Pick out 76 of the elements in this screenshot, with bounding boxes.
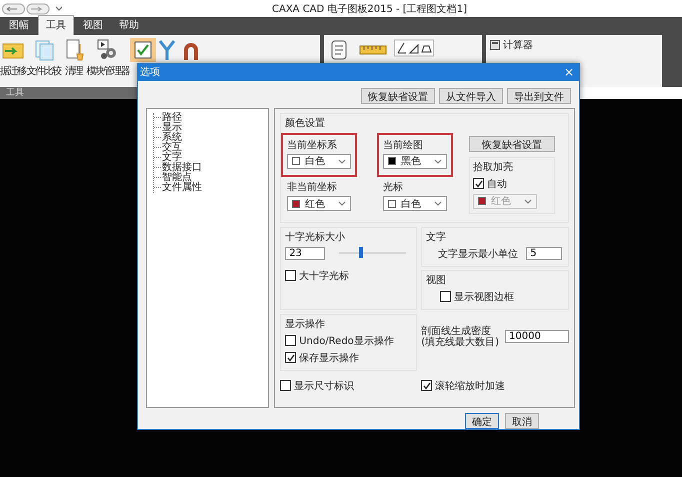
dropdown-value: 白色 (401, 198, 422, 211)
dropdown-value: 红色 (491, 195, 512, 208)
tree-item[interactable]: 数据接口 (154, 162, 268, 173)
tree-item[interactable]: 文字 (154, 152, 268, 163)
calculator-icon (490, 40, 500, 50)
checkbox[interactable] (280, 380, 292, 392)
checkmark-icon (474, 180, 483, 188)
tree-item[interactable]: 显示 (154, 122, 268, 133)
menu-tab[interactable]: 图幅 (2, 16, 36, 35)
close-button[interactable]: × (564, 65, 574, 80)
menu-tab[interactable]: 帮助 (112, 16, 146, 35)
checkbox[interactable] (285, 335, 296, 346)
checkbox[interactable] (421, 380, 432, 392)
field-label: 非当前坐标 (287, 180, 338, 194)
checkmark-icon (422, 382, 431, 390)
group-title: 视图 (426, 274, 448, 287)
chevron-down-icon (524, 198, 532, 204)
unit-field[interactable]: 5 (526, 247, 562, 260)
checkbox-label: Undo/Redo显示操作 (299, 334, 394, 348)
field-label: 当前坐标系 (287, 138, 338, 152)
field-label: 光标 (383, 180, 404, 194)
action-button[interactable]: 恢复缺省设置 (361, 88, 435, 104)
group-title: 十字光标大小 (285, 230, 346, 244)
group-title: 显示操作 (285, 318, 326, 331)
chevron-down-icon (434, 201, 442, 206)
calculator-button[interactable]: 计算器 (490, 38, 533, 52)
dropdown-value: 黑色 (401, 155, 422, 168)
checkbox-tool-icon[interactable] (130, 38, 156, 62)
color-dropdown[interactable]: 红色 (287, 196, 352, 212)
group-title: 颜色设置 (285, 116, 326, 130)
slider-thumb[interactable] (358, 247, 363, 258)
chevron-down-icon (338, 158, 346, 164)
field-label: 剖面线生成密度 (填充线最大数目) (421, 326, 499, 348)
group-title: 文字 (426, 230, 448, 244)
checkbox-label: 保存显示操作 (299, 352, 360, 365)
checkbox[interactable] (285, 270, 296, 282)
dropdown-value: 白色 (305, 155, 326, 168)
checkbox-label: 滚轮缩放时加速 (435, 380, 506, 393)
checkbox[interactable] (440, 291, 452, 302)
checkbox[interactable] (285, 352, 296, 364)
action-button[interactable]: 导出到文件 (507, 88, 571, 104)
tree-item[interactable]: 文件属性 (154, 182, 268, 193)
density-field[interactable]: 10000 (505, 330, 569, 343)
checkbox-label: 自动 (487, 178, 508, 191)
tree-item[interactable]: 路径 (154, 112, 268, 123)
window-title: CAXA CAD 电子图板2015 - [工程图文档1] (272, 2, 467, 16)
dialog-title: 选项 (140, 66, 160, 80)
color-dropdown[interactable]: 黑色 (383, 154, 448, 169)
checkbox-label: 显示视图边框 (454, 290, 514, 304)
tree-item[interactable]: 交互 (154, 142, 268, 153)
checkmark-icon (286, 354, 295, 362)
checkbox-label: 显示尺寸标识 (294, 380, 354, 393)
dropdown-value: 红色 (305, 198, 326, 211)
ok-button[interactable]: 确定 (465, 413, 499, 429)
chevron-down-icon (434, 158, 442, 164)
action-button[interactable]: 从文件导入 (439, 88, 503, 104)
menu-tab[interactable]: 视图 (76, 16, 110, 35)
ribbon-button[interactable]: 模块管理器 (86, 38, 129, 78)
tree-item[interactable]: 系统 (154, 132, 268, 143)
ribbon-button[interactable]: 清理 (62, 38, 86, 78)
color-dropdown[interactable]: 白色 (287, 154, 352, 169)
ribbon-button[interactable]: 文件比较 (26, 38, 60, 78)
field-label: 文字显示最小单位 (438, 248, 518, 261)
reset-button[interactable]: 恢复缺省设置 (469, 136, 556, 152)
menu-tab[interactable]: 工具 (38, 15, 74, 35)
field-label: 当前绘图 (383, 138, 424, 152)
quick-access-icon[interactable] (2, 2, 62, 14)
group-title: 拾取加亮 (473, 160, 514, 174)
tree-item[interactable]: 智能点 (154, 172, 268, 183)
color-dropdown[interactable]: 白色 (383, 196, 448, 212)
size-field[interactable]: 23 (285, 246, 326, 260)
cancel-button[interactable]: 取消 (505, 413, 539, 429)
checkbox-label: 大十字光标 (299, 270, 350, 283)
measure-tools-icon[interactable] (394, 38, 434, 58)
ribbon-button[interactable]: 据迁移 (0, 38, 26, 78)
chevron-down-icon (338, 201, 346, 206)
